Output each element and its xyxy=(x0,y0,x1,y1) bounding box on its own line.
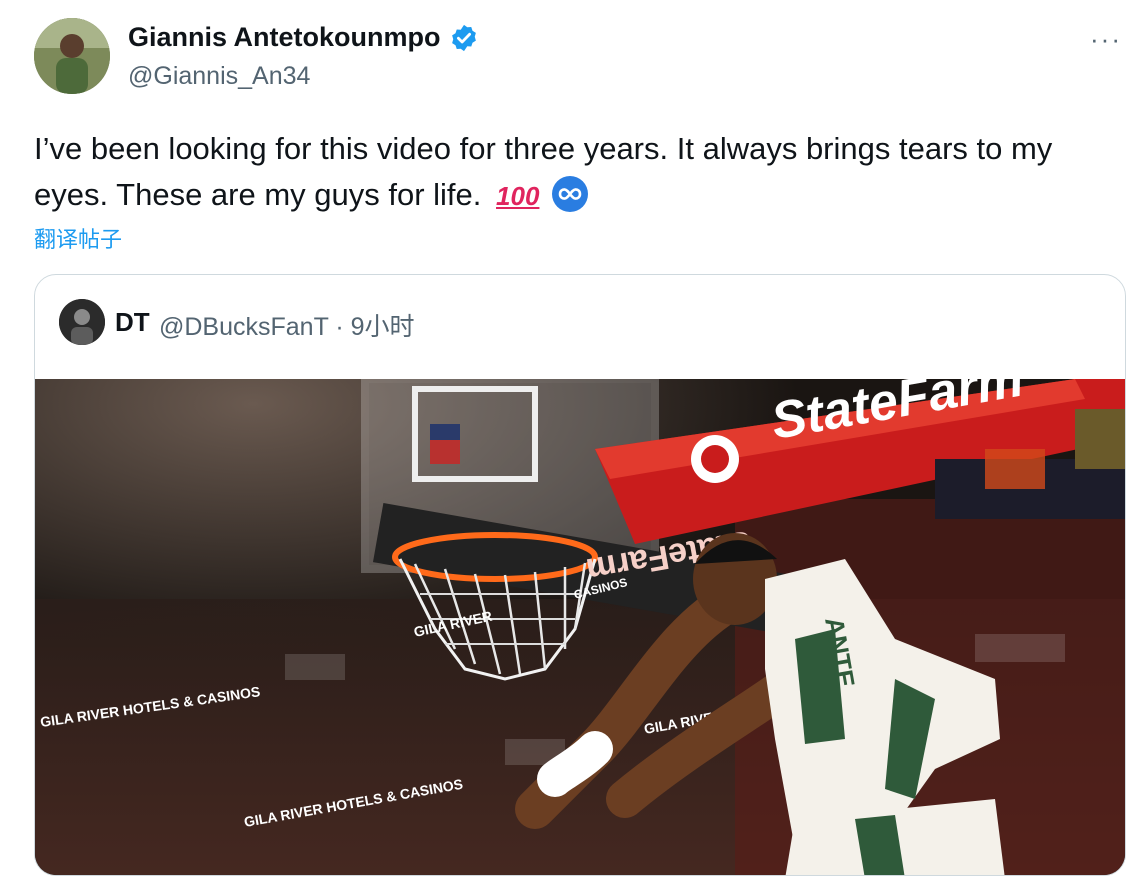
quoted-avatar-image xyxy=(59,299,105,345)
tweet-text: I’ve been looking for this video for thr… xyxy=(34,126,1124,219)
author-name-row[interactable]: Giannis Antetokounmpo xyxy=(128,22,479,53)
quoted-author-avatar[interactable] xyxy=(59,299,105,345)
quoted-video-media[interactable]: StateFarm StateFarm GILA RIVER HOTELS & … xyxy=(35,379,1125,875)
verified-badge-icon xyxy=(451,24,476,51)
author-avatar[interactable] xyxy=(34,18,110,94)
more-options-icon[interactable]: ··· xyxy=(1090,24,1122,55)
author-name[interactable]: Giannis Antetokounmpo xyxy=(128,22,441,53)
avatar-image xyxy=(34,18,110,94)
author-handle[interactable]: @Giannis_An34 xyxy=(128,62,310,91)
quoted-author-meta[interactable]: @DBucksFanT · 9小时 xyxy=(159,307,415,343)
dunk-video-frame: StateFarm StateFarm GILA RIVER HOTELS & … xyxy=(35,379,1125,875)
translate-post-link[interactable]: 翻译帖子 xyxy=(34,222,122,254)
quoted-tweet-card[interactable]: DT @DBucksFanT · 9小时 StateFarm StateFarm… xyxy=(34,274,1126,876)
infinity-emoji-icon xyxy=(552,176,589,212)
quoted-author-name[interactable]: DT xyxy=(115,307,150,338)
tweet-text-content: I’ve been looking for this video for thr… xyxy=(34,131,1053,212)
hundred-points-emoji-icon: 100 xyxy=(496,181,540,211)
